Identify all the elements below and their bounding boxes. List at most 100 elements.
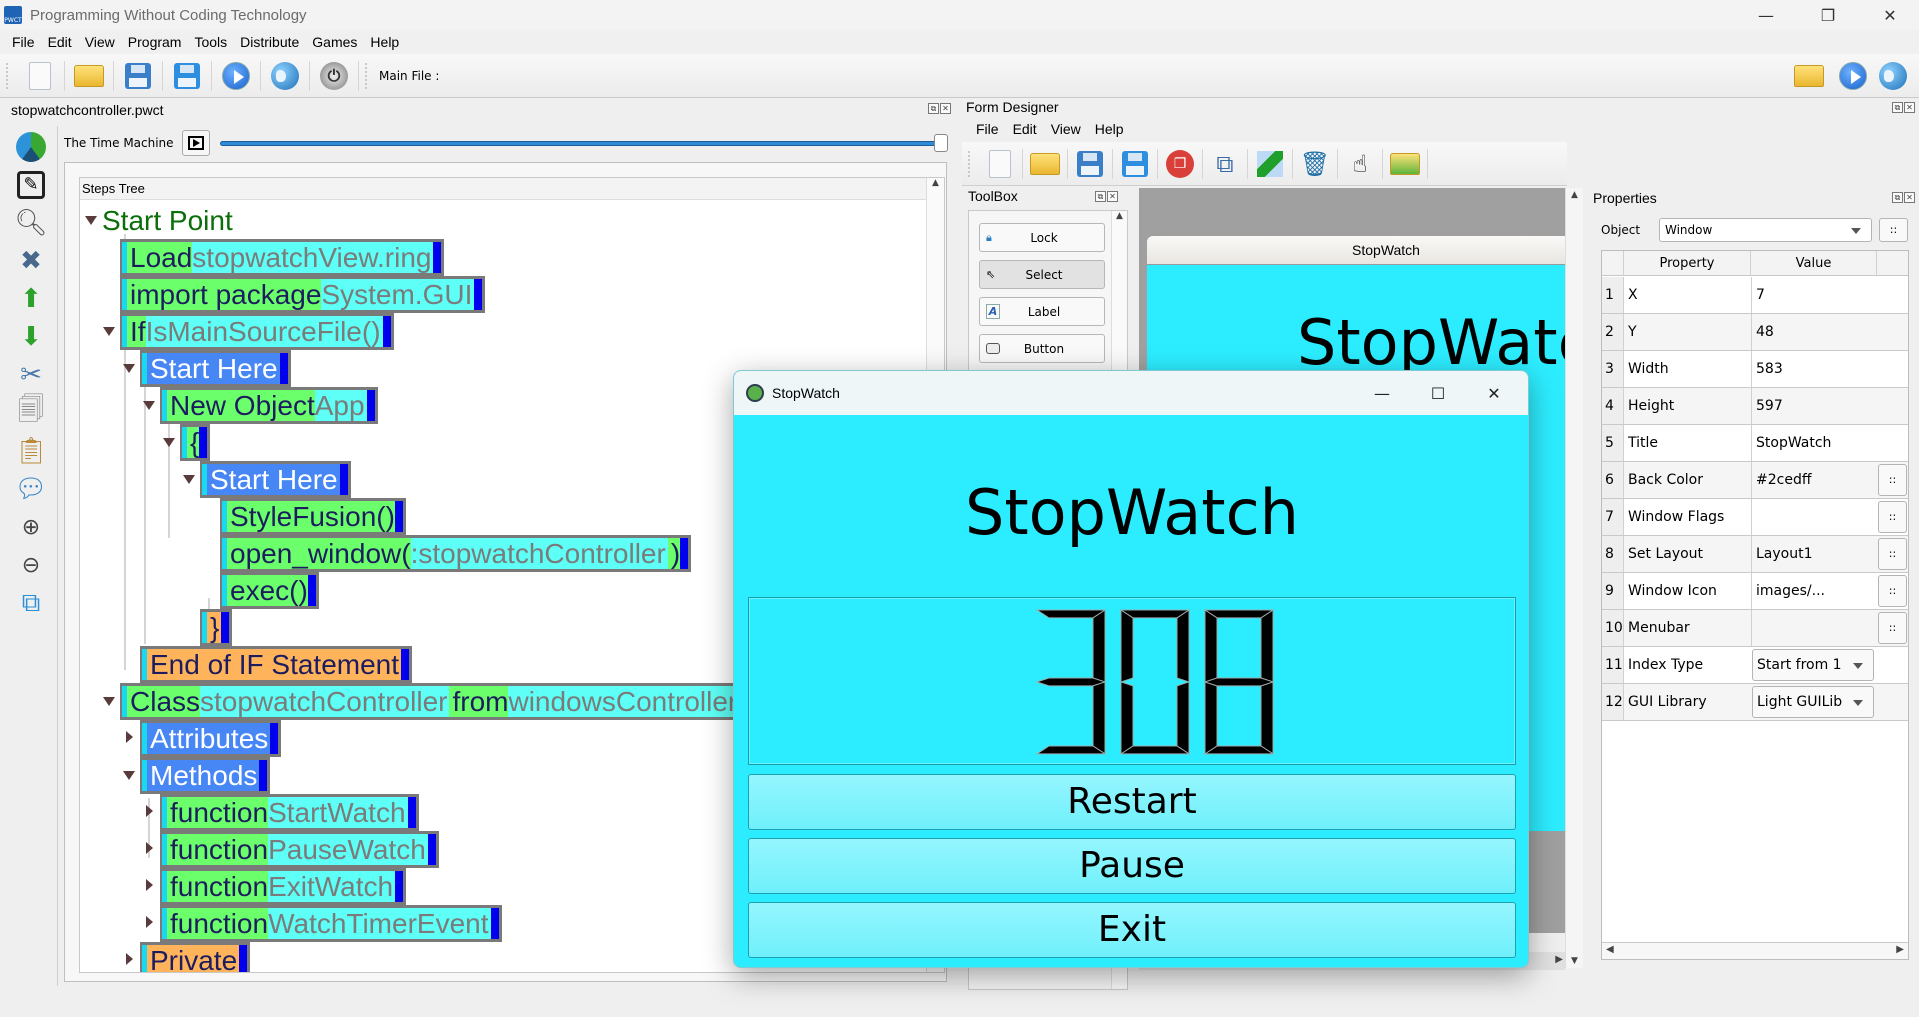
open-button[interactable]: [73, 60, 105, 92]
stopwatch-minimize-button[interactable]: —: [1354, 371, 1410, 415]
restore-button[interactable]: ❐: [1800, 0, 1856, 30]
step-block[interactable]: import package System.GUI: [120, 276, 486, 313]
designer-form-heading[interactable]: StopWatch: [1297, 306, 1565, 379]
fd-align-button[interactable]: [1254, 148, 1286, 180]
property-value[interactable]: 583: [1751, 351, 1875, 387]
menu-file[interactable]: File: [11, 34, 36, 50]
fd-save-as-button[interactable]: [1119, 148, 1151, 180]
close-dock-icon[interactable]: ✕: [1904, 102, 1915, 113]
step-block[interactable]: exec(): [220, 572, 319, 609]
stopwatch-close-button[interactable]: ✕: [1466, 371, 1522, 415]
property-row[interactable]: 4 Height 597: [1602, 388, 1908, 425]
float-icon[interactable]: ⧉: [1095, 191, 1106, 202]
paste-button[interactable]: 📋︎: [14, 434, 48, 468]
expand-icon[interactable]: [142, 916, 156, 931]
run-button[interactable]: [220, 60, 252, 92]
toolbox-select-button[interactable]: ⇖ Select: [979, 260, 1105, 289]
expand-icon[interactable]: [122, 953, 136, 968]
property-dropdown[interactable]: Start from 1: [1752, 649, 1874, 681]
collapse-icon[interactable]: [122, 362, 136, 376]
property-value[interactable]: #2cedff: [1751, 462, 1875, 498]
time-machine-play-button[interactable]: [181, 130, 210, 156]
expand-icon[interactable]: [122, 731, 136, 746]
tree-node[interactable]: Start Here: [182, 461, 351, 498]
menu-games[interactable]: Games: [311, 34, 358, 50]
property-value[interactable]: [1751, 499, 1875, 535]
close-dock-icon[interactable]: ✕: [1107, 191, 1118, 202]
minimize-button[interactable]: —: [1738, 0, 1794, 30]
tree-node[interactable]: function PauseWatch: [142, 831, 439, 868]
search-button[interactable]: 🔍︎: [14, 206, 48, 240]
step-block[interactable]: function PauseWatch: [160, 831, 439, 868]
property-row[interactable]: 9 Window Icon images/...::: [1602, 573, 1908, 610]
menu-tools[interactable]: Tools: [193, 34, 228, 50]
zoom-in-button[interactable]: ⊕: [14, 510, 48, 544]
scroll-right-icon[interactable]: ▶: [1555, 954, 1563, 965]
property-value[interactable]: Layout1: [1751, 536, 1875, 572]
property-edit-button[interactable]: ::: [1878, 464, 1907, 496]
property-value[interactable]: StopWatch: [1751, 425, 1875, 461]
float-icon[interactable]: ⧉: [928, 103, 939, 114]
tree-node[interactable]: exec(): [202, 572, 319, 609]
move-down-button[interactable]: ⬇: [14, 320, 48, 354]
property-column-header[interactable]: Property: [1624, 251, 1751, 276]
fd-menu-view[interactable]: View: [1051, 121, 1081, 137]
property-row[interactable]: 12 GUI Library Light GUILib: [1602, 684, 1908, 721]
stopwatch-titlebar[interactable]: StopWatch — ☐ ✕: [734, 371, 1528, 415]
tree-node[interactable]: End of IF Statement: [122, 646, 413, 683]
expand-icon[interactable]: [84, 214, 98, 228]
restart-button[interactable]: Restart: [748, 774, 1516, 830]
scroll-down-icon[interactable]: ▼: [1566, 956, 1583, 966]
time-machine-slider[interactable]: [219, 133, 948, 153]
property-row[interactable]: 5 Title StopWatch: [1602, 425, 1908, 462]
step-block[interactable]: End of IF Statement: [140, 646, 413, 683]
float-icon[interactable]: ⧉: [1892, 192, 1903, 203]
step-block[interactable]: Start Here: [200, 461, 351, 498]
collapse-icon[interactable]: [142, 399, 156, 413]
new-file-button[interactable]: [24, 60, 56, 92]
step-block[interactable]: Load stopwatchView.ring: [120, 239, 445, 276]
tree-node[interactable]: Methods: [122, 757, 271, 794]
expand-icon[interactable]: [142, 879, 156, 894]
edit-button[interactable]: ✎: [14, 168, 48, 202]
menu-distribute[interactable]: Distribute: [239, 34, 300, 50]
close-dock-icon[interactable]: ✕: [1904, 192, 1915, 203]
close-dock-icon[interactable]: ✕: [940, 103, 951, 114]
step-block[interactable]: StyleFusion(): [220, 498, 406, 535]
collapse-icon[interactable]: [162, 436, 176, 450]
step-block[interactable]: function ExitWatch: [160, 868, 407, 905]
step-block[interactable]: {: [180, 424, 211, 461]
toolbox-label-button[interactable]: A Label: [979, 297, 1105, 326]
toolbox-button-button[interactable]: Button: [979, 334, 1105, 363]
step-block[interactable]: Class stopwatchController from windowsCo…: [120, 683, 751, 720]
collapse-icon[interactable]: [122, 769, 136, 783]
tree-node[interactable]: Attributes: [122, 720, 282, 757]
delete-button[interactable]: ✖: [14, 244, 48, 278]
tree-node[interactable]: Private: [122, 942, 251, 972]
open-window-button[interactable]: ⧉: [14, 586, 48, 620]
tree-node[interactable]: open_window(:stopwatchController): [202, 535, 692, 572]
tree-node[interactable]: function ExitWatch: [142, 868, 407, 905]
property-edit-button[interactable]: ::: [1878, 538, 1907, 570]
scroll-up-icon[interactable]: ▲: [927, 178, 944, 188]
fd-new-button[interactable]: [984, 148, 1016, 180]
fd-save-button[interactable]: [1074, 148, 1106, 180]
property-row[interactable]: 3 Width 583: [1602, 351, 1908, 388]
toolbar-grip[interactable]: [968, 150, 972, 177]
fd-import-button[interactable]: [1389, 148, 1421, 180]
toolbar-grip[interactable]: [365, 62, 369, 89]
stopwatch-maximize-button[interactable]: ☐: [1410, 371, 1466, 415]
property-value[interactable]: 7: [1751, 277, 1875, 313]
fd-pointer-button[interactable]: ☝︎: [1344, 148, 1376, 180]
property-row[interactable]: 1X 7: [1602, 277, 1908, 314]
scroll-left-icon[interactable]: ◀: [1606, 944, 1614, 955]
refresh-button[interactable]: [14, 130, 48, 164]
toolbar-grip[interactable]: [6, 62, 10, 89]
property-row[interactable]: 8 Set Layout Layout1::: [1602, 536, 1908, 573]
step-block[interactable]: If IsMainSourceFile(): [120, 313, 394, 350]
fd-menu-file[interactable]: File: [976, 121, 999, 137]
comment-button[interactable]: 💬︎: [14, 472, 48, 506]
object-select[interactable]: Window: [1659, 218, 1872, 242]
menu-view[interactable]: View: [84, 34, 116, 50]
collapse-icon[interactable]: [102, 695, 116, 709]
